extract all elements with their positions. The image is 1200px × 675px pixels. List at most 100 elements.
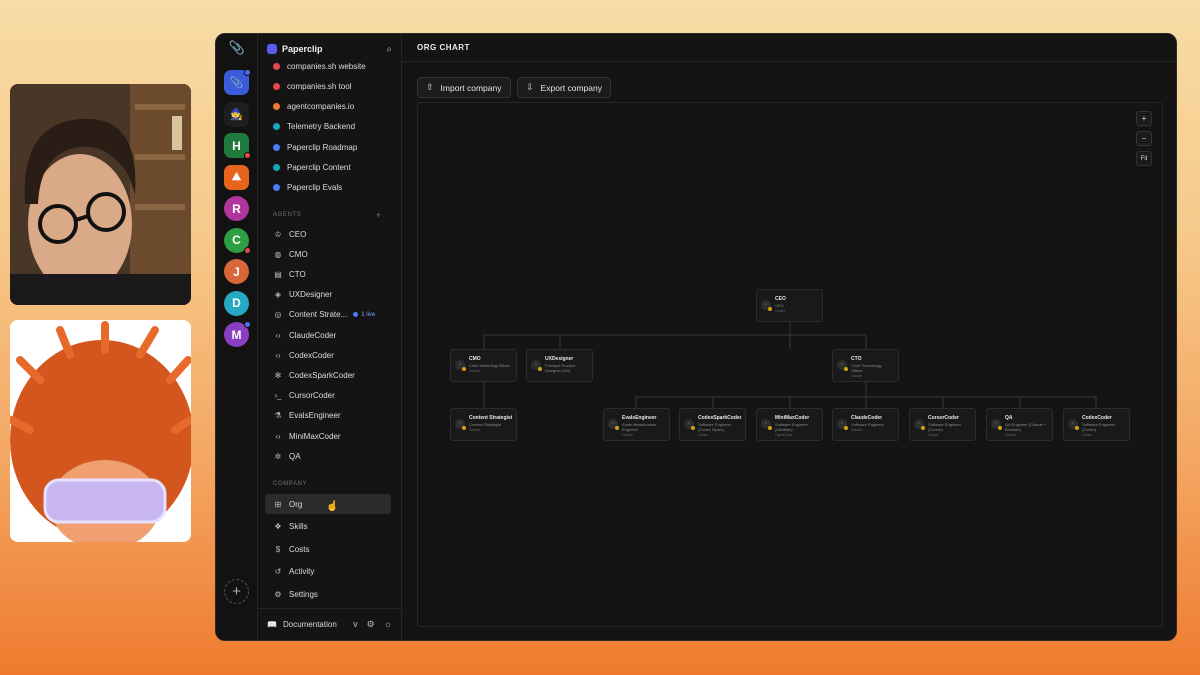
- status-dot: [768, 426, 772, 430]
- agent-item[interactable]: ‹› MiniMaxCoder: [273, 429, 341, 443]
- company-switcher-item[interactable]: ⛰: [224, 164, 249, 190]
- org-node[interactable]: ◦ CMO Chief Marketing Officer Claude: [450, 349, 517, 382]
- agent-item[interactable]: ›_ CursorCoder: [273, 389, 335, 403]
- agent-label: CodexSparkCoder: [289, 370, 355, 380]
- agent-item[interactable]: ✲ QA: [273, 449, 301, 463]
- agent-label: CEO: [289, 229, 307, 239]
- agent-label: MiniMaxCoder: [289, 431, 341, 441]
- org-node-role: Chief Marketing Officer: [469, 363, 510, 368]
- org-node-role: Evals Infrastructure Engineer: [622, 422, 657, 432]
- org-node[interactable]: ◦ UXDesigner Principal Product Designer (U…: [526, 349, 593, 382]
- agent-label: ClaudeCoder: [289, 330, 337, 340]
- agent-avatar-icon: ◦: [531, 360, 542, 371]
- version-label: v: [353, 619, 358, 629]
- org-node[interactable]: ◦ CodexCoder Software Engineer (Codex) Code…: [1063, 408, 1130, 441]
- org-chart-canvas[interactable]: + − Fit ◦ CEO CEO Codex ◦ CMO Chief Mark…: [417, 102, 1163, 627]
- org-node[interactable]: ◦ CodexSparkCoder Software Engineer (Codex…: [679, 408, 746, 441]
- project-item[interactable]: companies.sh tool: [273, 79, 351, 93]
- company-nav-label: Settings: [289, 589, 318, 599]
- org-node[interactable]: ◦ CEO CEO Codex: [756, 289, 823, 322]
- search-icon[interactable]: ⌕: [386, 44, 392, 55]
- agent-item[interactable]: ‹› ClaudeCoder: [273, 328, 336, 342]
- app-window: 📎 📎 🧙 H ⛰ R C J D M + Paperclip ⌕ companies.sh w…: [215, 33, 1177, 641]
- agent-avatar-icon: ◦: [761, 419, 772, 430]
- agent-item[interactable]: ◎ Content Strate... 1 live: [273, 308, 376, 322]
- export-company-button[interactable]: ⇩ Export company: [517, 77, 611, 98]
- settings-icon[interactable]: ⚙: [367, 619, 375, 630]
- add-company-button[interactable]: +: [224, 579, 249, 604]
- project-color-dot: [273, 123, 280, 131]
- agent-item[interactable]: ◈ UXDesigner: [273, 288, 332, 302]
- company-switcher-item[interactable]: M: [224, 321, 251, 347]
- history-icon: ↺: [274, 567, 282, 576]
- org-node[interactable]: ◦ Content Strategist Content Strategist Cla…: [450, 408, 517, 441]
- live-count: 1 live: [361, 311, 376, 318]
- company-switcher-item[interactable]: D: [224, 290, 249, 316]
- company-switcher-item[interactable]: 🧙: [224, 101, 249, 127]
- agent-item[interactable]: ‹› CodexCoder: [273, 348, 334, 362]
- agent-avatar-icon: ◦: [608, 419, 619, 430]
- company-nav-item[interactable]: ⚙ Settings: [273, 587, 318, 601]
- org-node-role: QA Engineer (Claude + Browser): [1005, 422, 1047, 432]
- bug-icon: ✲: [274, 451, 282, 461]
- org-node-name: CTO: [851, 356, 862, 362]
- org-node[interactable]: ◦ MiniMaxCoder Software Engineer (MiniMax)…: [756, 408, 823, 441]
- company-nav-item[interactable]: $ Costs: [273, 542, 310, 556]
- company-initial: M: [231, 327, 242, 342]
- org-node[interactable]: ◦ CTO Chief Technology Officer Claude: [832, 349, 899, 382]
- status-dot: [844, 426, 848, 430]
- project-label: Telemetry Backend: [287, 122, 356, 132]
- status-dot: [844, 367, 848, 371]
- gem-icon: ◈: [274, 290, 282, 300]
- project-item[interactable]: agentcompanies.io: [273, 100, 354, 114]
- company-logo: [267, 44, 277, 54]
- org-node-role: Chief Technology Officer: [851, 363, 882, 373]
- agent-item[interactable]: ⚗ EvalsEngineer: [273, 409, 340, 423]
- company-nav-item[interactable]: ❖ Skills: [273, 520, 307, 534]
- agent-avatar-icon: ◦: [455, 419, 466, 430]
- org-node[interactable]: ◦ CursorCoder Software Engineer (Cursor) Cu…: [909, 408, 976, 441]
- code-icon: ‹›: [275, 350, 281, 360]
- project-item[interactable]: Paperclip Content: [273, 161, 351, 175]
- project-item[interactable]: companies.sh website: [273, 59, 366, 73]
- company-name[interactable]: Paperclip: [282, 44, 386, 54]
- company-switcher-item[interactable]: H: [224, 133, 251, 159]
- theme-toggle-icon[interactable]: ☼: [384, 619, 392, 630]
- status-dot: [1075, 426, 1079, 430]
- company-switcher-item[interactable]: 📎: [224, 69, 251, 95]
- agent-item[interactable]: ▤ CTO: [273, 267, 306, 281]
- paperclip-icon[interactable]: 📎: [216, 34, 258, 62]
- crown-icon: ♔: [274, 229, 282, 239]
- org-node[interactable]: ◦ EvalsEngineer Evals Infrastructure Engin…: [603, 408, 670, 441]
- project-color-dot: [273, 164, 280, 171]
- org-node[interactable]: ◦ ClaudeCoder Software Engineer Claude: [832, 408, 899, 441]
- org-node-role: Principal Product Designer (UX): [545, 363, 576, 373]
- org-node-name: CodexCoder: [1082, 415, 1112, 421]
- org-node-model: Cursor: [928, 433, 939, 437]
- notification-dot: [244, 321, 251, 328]
- project-item[interactable]: Telemetry Backend: [273, 120, 355, 134]
- company-nav-item[interactable]: ↺ Activity: [273, 565, 315, 579]
- import-company-button[interactable]: ⇧ Import company: [417, 77, 511, 98]
- project-item[interactable]: Paperclip Roadmap: [273, 140, 357, 154]
- agent-item[interactable]: ◍ CMO: [273, 247, 308, 261]
- project-item[interactable]: Paperclip Evals: [273, 181, 342, 195]
- org-node-model: Claude: [469, 369, 481, 373]
- org-node-role: Software Engineer (Codex): [1082, 422, 1115, 432]
- company-switcher-item[interactable]: J: [224, 259, 249, 284]
- add-agent-button[interactable]: +: [376, 210, 381, 220]
- org-node-model: OpenCode: [775, 433, 792, 437]
- file-icon: ▤: [274, 269, 282, 279]
- agent-item[interactable]: ♔ CEO: [273, 227, 306, 241]
- project-label: Paperclip Evals: [287, 183, 343, 193]
- company-switcher-item[interactable]: C: [224, 227, 251, 254]
- org-node-name: Content Strategist: [469, 415, 512, 421]
- org-node-role: Content Strategist: [469, 422, 502, 427]
- documentation-link[interactable]: Documentation: [283, 620, 353, 629]
- company-switcher-item[interactable]: R: [224, 196, 249, 221]
- org-node-name: CMO: [469, 356, 481, 362]
- agent-label: CursorCoder: [289, 391, 335, 401]
- agent-item[interactable]: ✻ CodexSparkCoder: [273, 368, 355, 382]
- sidebar: Paperclip ⌕ companies.sh website companie…: [258, 34, 402, 640]
- org-node[interactable]: ◦ QA QA Engineer (Claude + Browser) Claude: [986, 408, 1053, 441]
